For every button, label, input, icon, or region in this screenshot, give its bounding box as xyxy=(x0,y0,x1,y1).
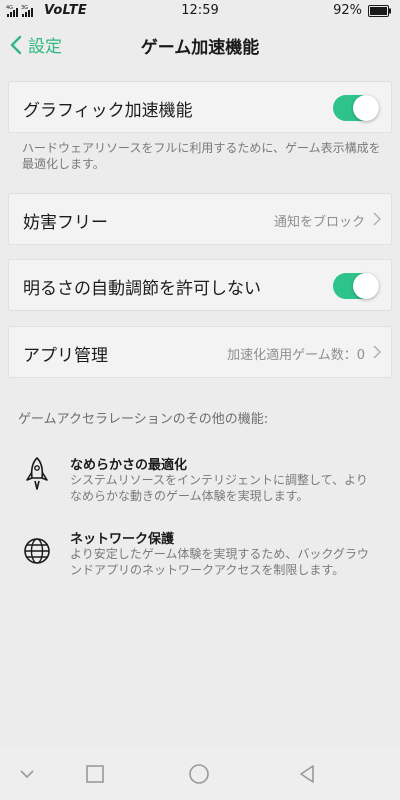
chevron-right-icon xyxy=(373,212,381,226)
screen: 4G 3G VoLTE 12:59 92% 設定 ゲーム加速機能 グラフィック加… xyxy=(0,0,400,800)
brightness-toggle[interactable] xyxy=(333,273,379,299)
app-management-label: アプリ管理 xyxy=(23,346,108,366)
navigation-bar xyxy=(0,746,400,800)
graphics-accel-toggle[interactable] xyxy=(333,95,379,121)
home-button[interactable] xyxy=(188,763,210,785)
disturb-free-row[interactable]: 妨害フリー 通知をブロック xyxy=(8,193,392,245)
globe-icon xyxy=(24,538,50,564)
feature-title: なめらかさの最適化 xyxy=(70,458,188,473)
disturb-free-value: 通知をブロック xyxy=(273,215,365,230)
feature-description: システムリソースをインテリジェントに調整して、よりなめらかな動きのゲーム体験を実… xyxy=(70,473,368,503)
status-right: 92% xyxy=(333,3,392,18)
graphics-accel-row[interactable]: グラフィック加速機能 xyxy=(8,81,392,133)
rocket-icon xyxy=(26,457,48,490)
toggle-knob xyxy=(353,95,379,121)
toggle-knob xyxy=(353,273,379,299)
back-nav-button[interactable] xyxy=(296,763,318,785)
status-bar: 4G 3G VoLTE 12:59 92% xyxy=(0,0,400,22)
app-management-value: 加速化適用ゲーム数：0 xyxy=(227,348,365,363)
chevron-down-icon[interactable] xyxy=(16,763,38,785)
other-features-header: ゲームアクセラレーションのその他の機能: xyxy=(18,412,269,427)
battery-percent: 92% xyxy=(333,3,362,18)
battery-icon xyxy=(368,4,391,17)
brightness-row[interactable]: 明るさの自動調節を許可しない xyxy=(8,259,392,311)
recent-apps-button[interactable] xyxy=(84,763,106,785)
chevron-right-icon xyxy=(373,345,381,359)
graphics-accel-label: グラフィック加速機能 xyxy=(23,101,193,121)
feature-item: なめらかさの最適化 システムリソースをインテリジェントに調整して、よりなめらかな… xyxy=(18,454,388,504)
app-management-row[interactable]: アプリ管理 加速化適用ゲーム数：0 xyxy=(8,326,392,378)
disturb-free-label: 妨害フリー xyxy=(23,213,108,233)
feature-item: ネットワーク保護 より安定したゲーム体験を実現するため、バックグラウンドアプリの… xyxy=(18,528,388,578)
feature-title: ネットワーク保護 xyxy=(70,532,175,547)
page-title: ゲーム加速機能 xyxy=(140,38,260,58)
brightness-label: 明るさの自動調節を許可しない xyxy=(23,279,261,299)
graphics-accel-description: ハードウェアリソースをフルに利用するために、ゲーム表示構成を最適化します。 xyxy=(22,141,381,171)
header: 設定 ゲーム加速機能 xyxy=(0,22,400,66)
feature-description: より安定したゲーム体験を実現するため、バックグラウンドアプリのネットワークアクセ… xyxy=(70,547,369,577)
